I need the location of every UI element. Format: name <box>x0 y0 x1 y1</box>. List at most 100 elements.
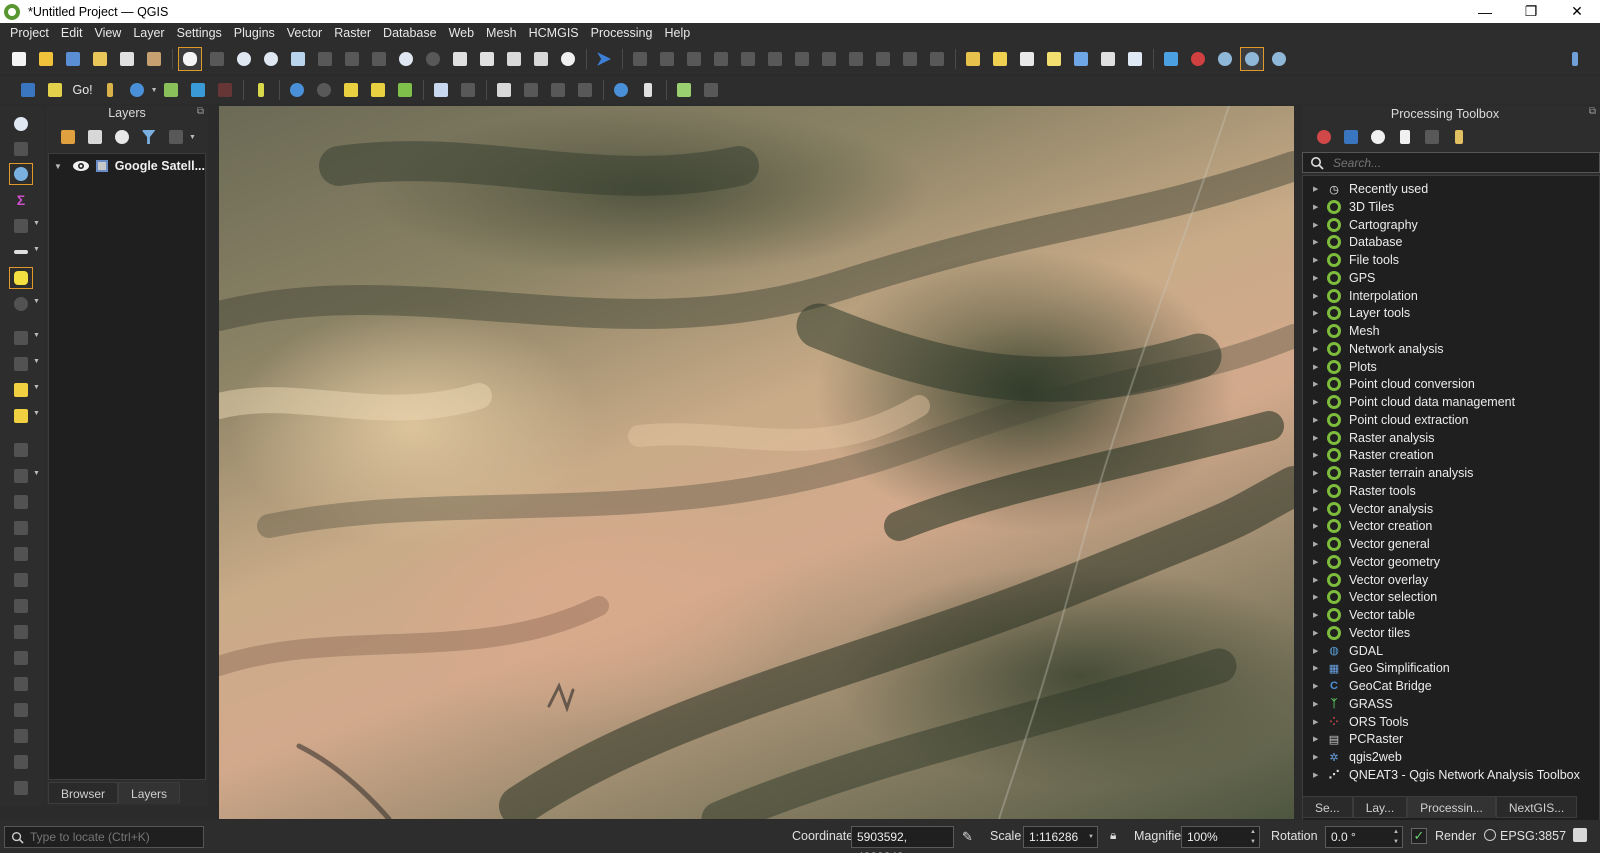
locator-input[interactable] <box>30 830 200 844</box>
georeference-icon[interactable] <box>10 440 32 460</box>
expand-arrow-icon[interactable]: ▶ <box>1313 700 1327 708</box>
edit-tool-4-icon[interactable] <box>10 570 32 590</box>
sigma-icon[interactable]: Σ <box>10 190 32 210</box>
tab-layers[interactable]: Layers <box>118 782 181 804</box>
edit-tool-11-icon[interactable] <box>10 752 32 772</box>
toolbox-item[interactable]: ▶ Raster analysis <box>1303 429 1599 447</box>
search-input[interactable] <box>1333 155 1583 170</box>
zoom-out-icon[interactable] <box>260 48 282 70</box>
expand-arrow-icon[interactable]: ▶ <box>1313 682 1327 690</box>
expand-arrow-icon[interactable]: ▶ <box>1313 629 1327 637</box>
crs-label[interactable]: EPSG:3857 <box>1500 829 1566 843</box>
toolbox-item[interactable]: ▶ ▤ PCRaster <box>1303 730 1599 748</box>
expand-arrow-icon[interactable]: ▶ <box>1313 185 1327 193</box>
expand-arrow-icon[interactable]: ▶ <box>1313 771 1327 779</box>
identify-features-icon[interactable] <box>962 48 984 70</box>
hammer-icon[interactable] <box>99 79 121 101</box>
web-map-icon[interactable] <box>1240 47 1264 71</box>
spin-arrows-icon[interactable]: ▲ ▼ <box>1247 827 1259 847</box>
add-group-icon[interactable] <box>84 126 106 148</box>
expand-arrow-icon[interactable]: ▶ <box>1313 380 1327 388</box>
expand-arrow-icon[interactable]: ▶ <box>1313 274 1327 282</box>
coordinate-field[interactable]: 5903592, 4289349 <box>851 826 954 853</box>
toolbox-item[interactable]: ▶ File tools <box>1303 251 1599 269</box>
toolbox-item[interactable]: ▶ Vector general <box>1303 535 1599 553</box>
edit-tool-1-icon[interactable] <box>10 492 32 512</box>
chevron-down-icon[interactable]: ▼ <box>33 358 40 365</box>
toolbox-item[interactable]: ▶ Raster creation <box>1303 446 1599 464</box>
edit-tool-2-icon[interactable] <box>10 518 32 538</box>
toolbox-item[interactable]: ▶ Layer tools <box>1303 304 1599 322</box>
menu-settings[interactable]: Settings <box>171 23 228 44</box>
menu-database[interactable]: Database <box>377 23 443 44</box>
delete-selected-icon[interactable] <box>791 48 813 70</box>
print-layout-icon[interactable] <box>116 48 138 70</box>
measure-area-icon[interactable] <box>10 216 32 236</box>
expand-arrow-icon[interactable]: ▶ <box>1313 363 1327 371</box>
crs-globe-icon[interactable] <box>1484 829 1496 841</box>
show-bookmarks-icon[interactable] <box>530 48 552 70</box>
menu-mesh[interactable]: Mesh <box>480 23 523 44</box>
expand-arrow-icon[interactable]: ▶ <box>1313 611 1327 619</box>
current-edits-icon[interactable] <box>629 48 651 70</box>
chevron-down-icon[interactable]: ▼ <box>33 332 40 339</box>
copy-features-icon[interactable] <box>845 48 867 70</box>
expand-arrow-icon[interactable]: ▶ <box>1313 292 1327 300</box>
menu-hcmgis[interactable]: HCMGIS <box>523 23 585 44</box>
redo-icon[interactable] <box>926 48 948 70</box>
cloud-icon[interactable] <box>286 79 308 101</box>
menu-layer[interactable]: Layer <box>127 23 170 44</box>
expand-arrow-icon[interactable]: ▶ <box>1313 647 1327 655</box>
menu-project[interactable]: Project <box>4 23 55 44</box>
annotation-icon[interactable] <box>1214 48 1236 70</box>
modify-attributes-icon[interactable] <box>764 48 786 70</box>
toolbox-item[interactable]: ▶ ✲ qgis2web <box>1303 748 1599 766</box>
digitize-icon[interactable] <box>710 48 732 70</box>
manage-visibility-icon[interactable] <box>111 126 133 148</box>
vertex-tool-icon[interactable] <box>737 48 759 70</box>
edit-tool-10-icon[interactable] <box>10 726 32 746</box>
save-project-icon[interactable] <box>62 48 84 70</box>
add-point-icon[interactable] <box>457 79 479 101</box>
zoom-layer-icon[interactable] <box>341 48 363 70</box>
toolbox-item[interactable]: ▶ C GeoCat Bridge <box>1303 677 1599 695</box>
toolbox-item[interactable]: ▶ Vector analysis <box>1303 500 1599 518</box>
network-icon[interactable] <box>187 79 209 101</box>
identify-icon[interactable] <box>10 114 32 134</box>
statistical-summary-icon[interactable] <box>1124 48 1146 70</box>
chevron-down-icon[interactable]: ▼ <box>189 134 196 141</box>
save-edits-icon[interactable] <box>683 48 705 70</box>
menu-vector[interactable]: Vector <box>281 23 328 44</box>
chevron-down-icon[interactable]: ▼ <box>33 470 40 477</box>
expand-arrow-icon[interactable]: ▶ <box>1313 576 1327 584</box>
snapping-icon[interactable] <box>520 79 542 101</box>
python-plugin-icon[interactable] <box>44 79 66 101</box>
layer-item[interactable]: ▼ Google Satell... <box>49 156 205 176</box>
plugin-panel-icon[interactable] <box>700 79 722 101</box>
map-tip-icon[interactable] <box>9 267 33 289</box>
ruler-icon[interactable] <box>10 242 32 262</box>
expand-arrow-icon[interactable]: ▶ <box>1313 203 1327 211</box>
digitizing-tool-icon[interactable] <box>493 79 515 101</box>
menu-edit[interactable]: Edit <box>55 23 89 44</box>
messages-icon[interactable] <box>1573 828 1587 842</box>
paste-features-icon[interactable] <box>872 48 894 70</box>
expand-arrow-icon[interactable]: ▶ <box>1313 558 1327 566</box>
zoom-native-icon[interactable] <box>368 48 390 70</box>
zoom-next-icon[interactable] <box>422 48 444 70</box>
menu-view[interactable]: View <box>88 23 127 44</box>
zoom-selection-icon[interactable] <box>314 48 336 70</box>
edit-tool-6-icon[interactable] <box>10 622 32 642</box>
toolbox-item[interactable]: ▶ Database <box>1303 233 1599 251</box>
style-manager-icon[interactable] <box>143 48 165 70</box>
render-checkbox[interactable]: ✓ <box>1411 828 1427 844</box>
zoom-in-icon[interactable] <box>233 48 255 70</box>
highlight-label-icon[interactable] <box>10 380 32 400</box>
temporal-controller-icon[interactable] <box>557 48 579 70</box>
map-tips-icon[interactable] <box>1160 48 1182 70</box>
cloud-sync-icon[interactable] <box>313 79 335 101</box>
toolbox-item[interactable]: ▶ ⁘ ORS Tools <box>1303 713 1599 731</box>
pan-to-selection-icon[interactable] <box>206 48 228 70</box>
toolbox-item[interactable]: ▶ ◍ GDAL <box>1303 642 1599 660</box>
expand-arrow-icon[interactable]: ▶ <box>1313 434 1327 442</box>
